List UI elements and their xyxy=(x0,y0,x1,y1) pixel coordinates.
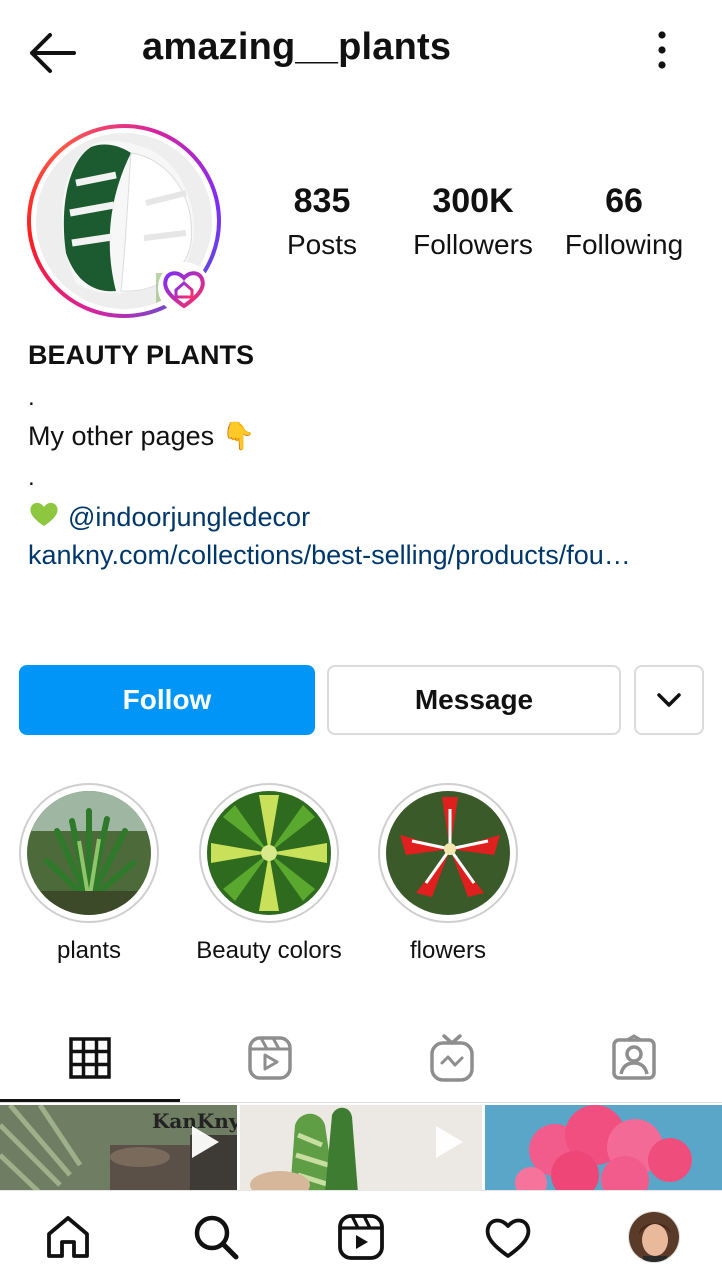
highlight-plants[interactable]: plants xyxy=(19,783,159,964)
bio-display-name: BEAUTY PLANTS xyxy=(28,340,255,370)
follow-button[interactable]: Follow xyxy=(19,665,315,735)
bio-text-line: My other pages 👇 xyxy=(28,421,256,451)
more-vertical-icon xyxy=(658,31,666,69)
followers-count[interactable]: 300K Followers xyxy=(398,182,548,261)
posts-count-value: 835 xyxy=(293,182,351,220)
followers-count-value: 300K xyxy=(432,182,514,220)
tagged-user-icon xyxy=(612,1034,656,1080)
bottom-navigation-bar xyxy=(0,1190,722,1280)
more-options-button[interactable] xyxy=(640,28,684,72)
following-count-value: 66 xyxy=(605,182,643,220)
nav-search[interactable] xyxy=(188,1209,244,1265)
tab-igtv[interactable] xyxy=(362,1015,542,1101)
igtv-icon xyxy=(430,1034,474,1082)
reels-icon xyxy=(248,1036,292,1080)
suggested-accounts-button[interactable] xyxy=(634,665,704,735)
nav-home[interactable] xyxy=(40,1209,96,1265)
active-tab-indicator xyxy=(0,1099,180,1102)
profile-avatar xyxy=(628,1211,680,1263)
nav-profile[interactable] xyxy=(626,1209,682,1265)
green-heart-icon xyxy=(30,502,58,526)
bio-dot-line: . xyxy=(28,464,35,491)
posts-count-label: Posts xyxy=(286,229,358,260)
search-icon xyxy=(194,1215,239,1260)
nav-reels[interactable] xyxy=(333,1209,389,1265)
profile-content-tabs xyxy=(0,1015,722,1103)
following-count-label: Following xyxy=(564,229,684,260)
posts-count[interactable]: 835 Posts xyxy=(247,182,397,261)
post-thumbnail[interactable]: KanKny xyxy=(0,1105,237,1193)
bio-website-link[interactable]: kankny.com/collections/best-selling/prod… xyxy=(28,540,631,571)
highlight-cover-image xyxy=(27,791,151,915)
following-count[interactable]: 66 Following xyxy=(549,182,699,261)
heart-icon xyxy=(485,1218,531,1258)
message-button[interactable]: Message xyxy=(327,665,621,735)
tab-posts-grid[interactable] xyxy=(0,1015,180,1102)
top-bar: amazing__plants xyxy=(0,0,722,100)
highlight-flowers[interactable]: flowers xyxy=(378,783,518,964)
highlight-beauty-colors[interactable]: Beauty colors xyxy=(196,783,342,964)
bio-mention-line: @indoorjungledecor xyxy=(28,500,310,533)
highlight-cover-image xyxy=(207,791,331,915)
nav-activity[interactable] xyxy=(480,1209,536,1265)
arrow-left-icon xyxy=(30,33,76,73)
post-thumbnail[interactable] xyxy=(485,1105,722,1193)
posts-grid: KanKny xyxy=(0,1105,722,1193)
tab-tagged[interactable] xyxy=(544,1015,722,1101)
highlight-cover-image xyxy=(386,791,510,915)
grid-icon xyxy=(69,1037,111,1079)
highlight-label: flowers xyxy=(409,937,487,964)
bio-mention-link[interactable]: @indoorjungledecor xyxy=(68,502,310,532)
back-button[interactable] xyxy=(26,30,78,76)
chevron-down-icon xyxy=(657,693,681,707)
post-thumbnail[interactable] xyxy=(240,1105,482,1193)
heart-home-icon xyxy=(163,271,205,309)
profile-username: amazing__plants xyxy=(142,26,452,68)
heart-home-badge xyxy=(158,262,210,314)
reels-icon xyxy=(338,1214,384,1260)
tab-reels[interactable] xyxy=(180,1015,360,1101)
play-icon xyxy=(192,1126,219,1158)
home-icon xyxy=(47,1216,89,1258)
followers-count-label: Followers xyxy=(413,229,533,260)
bio-dot-line: . xyxy=(28,384,35,411)
play-icon xyxy=(436,1126,463,1158)
